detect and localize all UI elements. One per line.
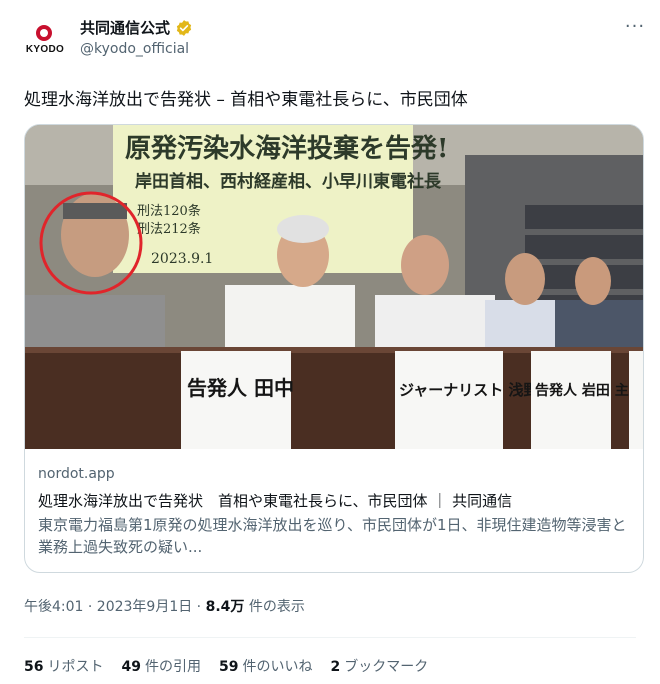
svg-text:原発汚染水海洋投棄を告発!: 原発汚染水海洋投棄を告発! [125, 133, 448, 164]
card-domain: nordot.app [38, 466, 115, 482]
svg-text:2023.9.1: 2023.9.1 [151, 251, 213, 267]
author-display-name[interactable]: 共同通信公式 [80, 17, 170, 38]
svg-text:刑法120条: 刑法120条 [137, 203, 201, 219]
view-count: 8.4万 [205, 599, 245, 615]
avatar-logo-text: KYODO [25, 44, 65, 55]
svg-text:岸田首相、西村経産相、小早川東電社長: 岸田首相、西村経産相、小早川東電社長 [135, 171, 442, 192]
tweet-timestamp[interactable]: 午後4:01 · 2023年9月1日 · [24, 599, 206, 615]
divider [24, 637, 636, 638]
tweet-text: 処理水海洋放出で告発状 – 首相や東電社長らに、市民団体 [24, 90, 468, 110]
kyodo-logo-icon [36, 25, 52, 41]
stat-bookmarks[interactable]: 2 ブックマーク [330, 656, 428, 676]
view-count-label: 件の表示 [244, 599, 305, 615]
svg-text:告発人 岩田 主: 告発人 岩田 主 [535, 382, 629, 399]
verified-badge-icon [176, 19, 192, 36]
tweet-meta: 午後4:01 · 2023年9月1日 · 8.4万 件の表示 [24, 596, 305, 616]
engagement-stats: 56 リポスト 49 件の引用 59 件のいいね 2 ブックマーク [24, 656, 428, 676]
more-horizontal-icon[interactable]: ··· [622, 18, 648, 38]
nameplates: 告発人 田中 ジャーナリスト 浅野健 告発人 岩田 主 [181, 351, 643, 449]
author-name-row: 共同通信公式 [80, 17, 193, 38]
stat-reposts[interactable]: 56 リポスト [24, 656, 103, 676]
card-description: 東京電力福島第1原発の処理水海洋放出を巡り、市民団体が1日、非現住建造物等浸害と… [38, 516, 627, 556]
svg-text:ジャーナリスト 浅野健: ジャーナリスト 浅野健 [399, 381, 553, 399]
card-title[interactable]: 処理水海洋放出で告発状 首相や東電社長らに、市民団体 ｜ 共同通信 [38, 490, 512, 511]
stat-quotes[interactable]: 49 件の引用 [121, 656, 200, 676]
link-card[interactable]: 原発汚染水海洋投棄を告発! 岸田首相、西村経産相、小早川東電社長 刑法120条 … [24, 124, 644, 573]
stat-likes[interactable]: 59 件のいいね [219, 656, 312, 676]
svg-text:刑法212条: 刑法212条 [137, 221, 201, 237]
svg-text:告発人 田中: 告発人 田中 [187, 376, 294, 400]
author-avatar[interactable]: KYODO [23, 16, 67, 60]
card-photo: 原発汚染水海洋投棄を告発! 岸田首相、西村経産相、小早川東電社長 刑法120条 … [25, 125, 643, 449]
author-handle[interactable]: @kyodo_official [80, 41, 189, 57]
